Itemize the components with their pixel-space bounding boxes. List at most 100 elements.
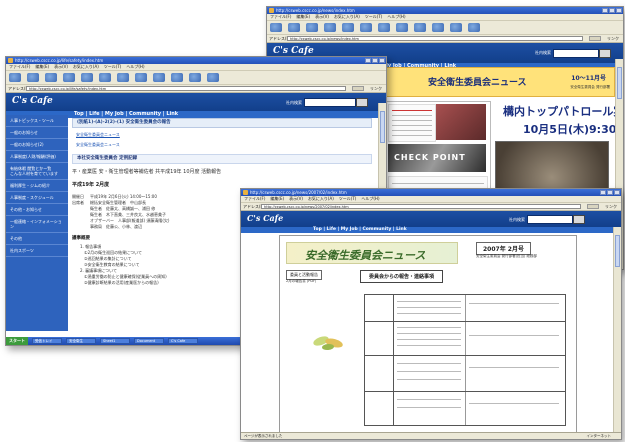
back-icon[interactable] xyxy=(9,73,21,82)
favorites-icon[interactable] xyxy=(117,73,129,82)
site-search-input[interactable] xyxy=(553,49,599,58)
news-link-2[interactable]: 安全衛生委員会ニュース xyxy=(72,142,372,148)
discuss-icon[interactable] xyxy=(207,73,219,82)
site-logo[interactable]: C's Cafe xyxy=(273,46,314,56)
sidebar-item[interactable]: 社内スポーツ xyxy=(6,245,68,257)
site-search-button[interactable] xyxy=(599,49,611,58)
sidebar-item[interactable]: 有給休暇 閲覧とかー覧 こんな人材を育てています xyxy=(6,163,68,180)
menu-help[interactable]: ヘルプ(H) xyxy=(126,64,144,69)
taskbar-button[interactable]: 安全衛生 xyxy=(66,338,96,344)
start-button[interactable]: スタート xyxy=(6,337,28,345)
close-button[interactable] xyxy=(616,8,622,13)
taskbar-button[interactable]: Document xyxy=(134,338,164,344)
links-label[interactable]: リンク xyxy=(607,35,619,42)
minimize-button[interactable] xyxy=(365,58,371,63)
maximize-button[interactable] xyxy=(609,8,615,13)
close-button[interactable] xyxy=(614,190,620,195)
menu-view[interactable]: 表示(V) xyxy=(315,14,329,19)
address-input[interactable]: http://csweb.cscc.co.jp/life/safety/inde… xyxy=(26,86,346,91)
menu-tools[interactable]: ツール(T) xyxy=(339,196,357,201)
menu-help[interactable]: ヘルプ(H) xyxy=(361,196,379,201)
site-logo[interactable]: C's Cafe xyxy=(12,96,53,106)
home-icon[interactable] xyxy=(81,73,93,82)
nav-links[interactable]: Top | Life | My Job | Community | Link xyxy=(313,227,407,233)
menu-file[interactable]: ファイル(F) xyxy=(244,196,265,201)
address-input[interactable]: http://csweb.cscc.co.jp/news/index.htm xyxy=(287,36,583,41)
browser-window-front[interactable]: http://csweb.cscc.co.jp/news/2007/02/ind… xyxy=(240,188,622,440)
menu-file[interactable]: ファイル(F) xyxy=(270,14,291,19)
history-icon[interactable] xyxy=(135,73,147,82)
menu-tools[interactable]: ツール(T) xyxy=(365,14,383,19)
back-icon[interactable] xyxy=(270,23,282,32)
title-bar[interactable]: http://csweb.cscc.co.jp/news/2007/02/ind… xyxy=(241,189,621,196)
menu-help[interactable]: ヘルプ(H) xyxy=(387,14,405,19)
site-search-input[interactable] xyxy=(304,98,356,107)
refresh-icon[interactable] xyxy=(63,73,75,82)
scrollbar[interactable] xyxy=(613,227,621,433)
sidebar-item[interactable]: 一般連絡・インフォメーション xyxy=(6,216,68,233)
print-icon[interactable] xyxy=(171,73,183,82)
menu-edit[interactable]: 編集(E) xyxy=(296,14,310,19)
close-button[interactable] xyxy=(379,58,385,63)
scroll-thumb[interactable] xyxy=(615,235,620,267)
taskbar-button[interactable]: C's Cafe xyxy=(168,338,198,344)
discuss-icon[interactable] xyxy=(468,23,480,32)
go-button[interactable] xyxy=(352,86,364,91)
menu-edit[interactable]: 編集(E) xyxy=(35,64,49,69)
sidebar-item[interactable]: 福利厚生・ジムの紹介 xyxy=(6,180,68,192)
tab-reports[interactable]: 委員会からの報告・連絡事項 xyxy=(360,270,444,283)
minimize-button[interactable] xyxy=(602,8,608,13)
search-icon[interactable] xyxy=(99,73,111,82)
sidebar-item[interactable]: 一般のお知らせ xyxy=(6,127,68,139)
maximize-button[interactable] xyxy=(372,58,378,63)
scroll-thumb[interactable] xyxy=(380,111,385,143)
stop-icon[interactable] xyxy=(45,73,57,82)
taskbar-button[interactable]: 受信トレイ xyxy=(32,338,62,344)
go-button[interactable] xyxy=(587,204,599,209)
search-icon[interactable] xyxy=(360,23,372,32)
favorites-icon[interactable] xyxy=(378,23,390,32)
sidebar-item[interactable]: 人事制度・スケジュール xyxy=(6,192,68,204)
title-bar[interactable]: http://csweb.cscc.co.jp/news/index.htm xyxy=(267,7,623,14)
maximize-button[interactable] xyxy=(607,190,613,195)
menu-favorites[interactable]: お気に入り(A) xyxy=(308,196,334,201)
site-search-button[interactable] xyxy=(573,215,585,224)
site-logo[interactable]: C's Cafe xyxy=(247,213,283,223)
sidebar-item[interactable]: 人事トピックス・ツール xyxy=(6,115,68,127)
title-bar[interactable]: http://csweb.cscc.co.jp/life/safety/inde… xyxy=(6,57,386,64)
forward-icon[interactable] xyxy=(27,73,39,82)
menu-favorites[interactable]: お気に入り(A) xyxy=(334,14,360,19)
site-search-input[interactable] xyxy=(527,215,573,224)
forward-icon[interactable] xyxy=(288,23,300,32)
sidebar-item[interactable]: 一般のお知らせ(2) xyxy=(6,139,68,151)
site-search-button[interactable] xyxy=(356,98,368,107)
nav-links[interactable]: Top | Life | My Job | Community | Link xyxy=(74,111,178,118)
refresh-icon[interactable] xyxy=(324,23,336,32)
mail-icon[interactable] xyxy=(414,23,426,32)
go-button[interactable] xyxy=(589,36,601,41)
menu-tools[interactable]: ツール(T) xyxy=(104,64,122,69)
edit-icon[interactable] xyxy=(450,23,462,32)
address-input[interactable]: http://csweb.cscc.co.jp/news/2007/02/ind… xyxy=(261,204,581,209)
menu-file[interactable]: ファイル(F) xyxy=(9,64,30,69)
sidebar-item[interactable]: その他・お知らせ xyxy=(6,204,68,216)
menu-favorites[interactable]: お気に入り(A) xyxy=(73,64,99,69)
sidebar-item[interactable]: その他 xyxy=(6,233,68,245)
menu-view[interactable]: 表示(V) xyxy=(54,64,68,69)
minimize-button[interactable] xyxy=(600,190,606,195)
print-icon[interactable] xyxy=(432,23,444,32)
history-icon[interactable] xyxy=(396,23,408,32)
home-icon[interactable] xyxy=(342,23,354,32)
report-link[interactable]: 2月の報告書 (PDF) xyxy=(286,279,316,284)
links-label[interactable]: リンク xyxy=(605,203,617,210)
news-link[interactable]: 安全衛生委員会ニュース xyxy=(72,132,372,138)
scroll-thumb[interactable] xyxy=(617,67,622,99)
stop-icon[interactable] xyxy=(306,23,318,32)
sidebar-item[interactable]: 人事制度(人財/報酬/評価) xyxy=(6,151,68,163)
menu-edit[interactable]: 編集(E) xyxy=(270,196,284,201)
links-label[interactable]: リンク xyxy=(370,85,382,92)
mail-icon[interactable] xyxy=(153,73,165,82)
menu-view[interactable]: 表示(V) xyxy=(289,196,303,201)
edit-icon[interactable] xyxy=(189,73,201,82)
taskbar-button[interactable]: Sheet1 xyxy=(100,338,130,344)
